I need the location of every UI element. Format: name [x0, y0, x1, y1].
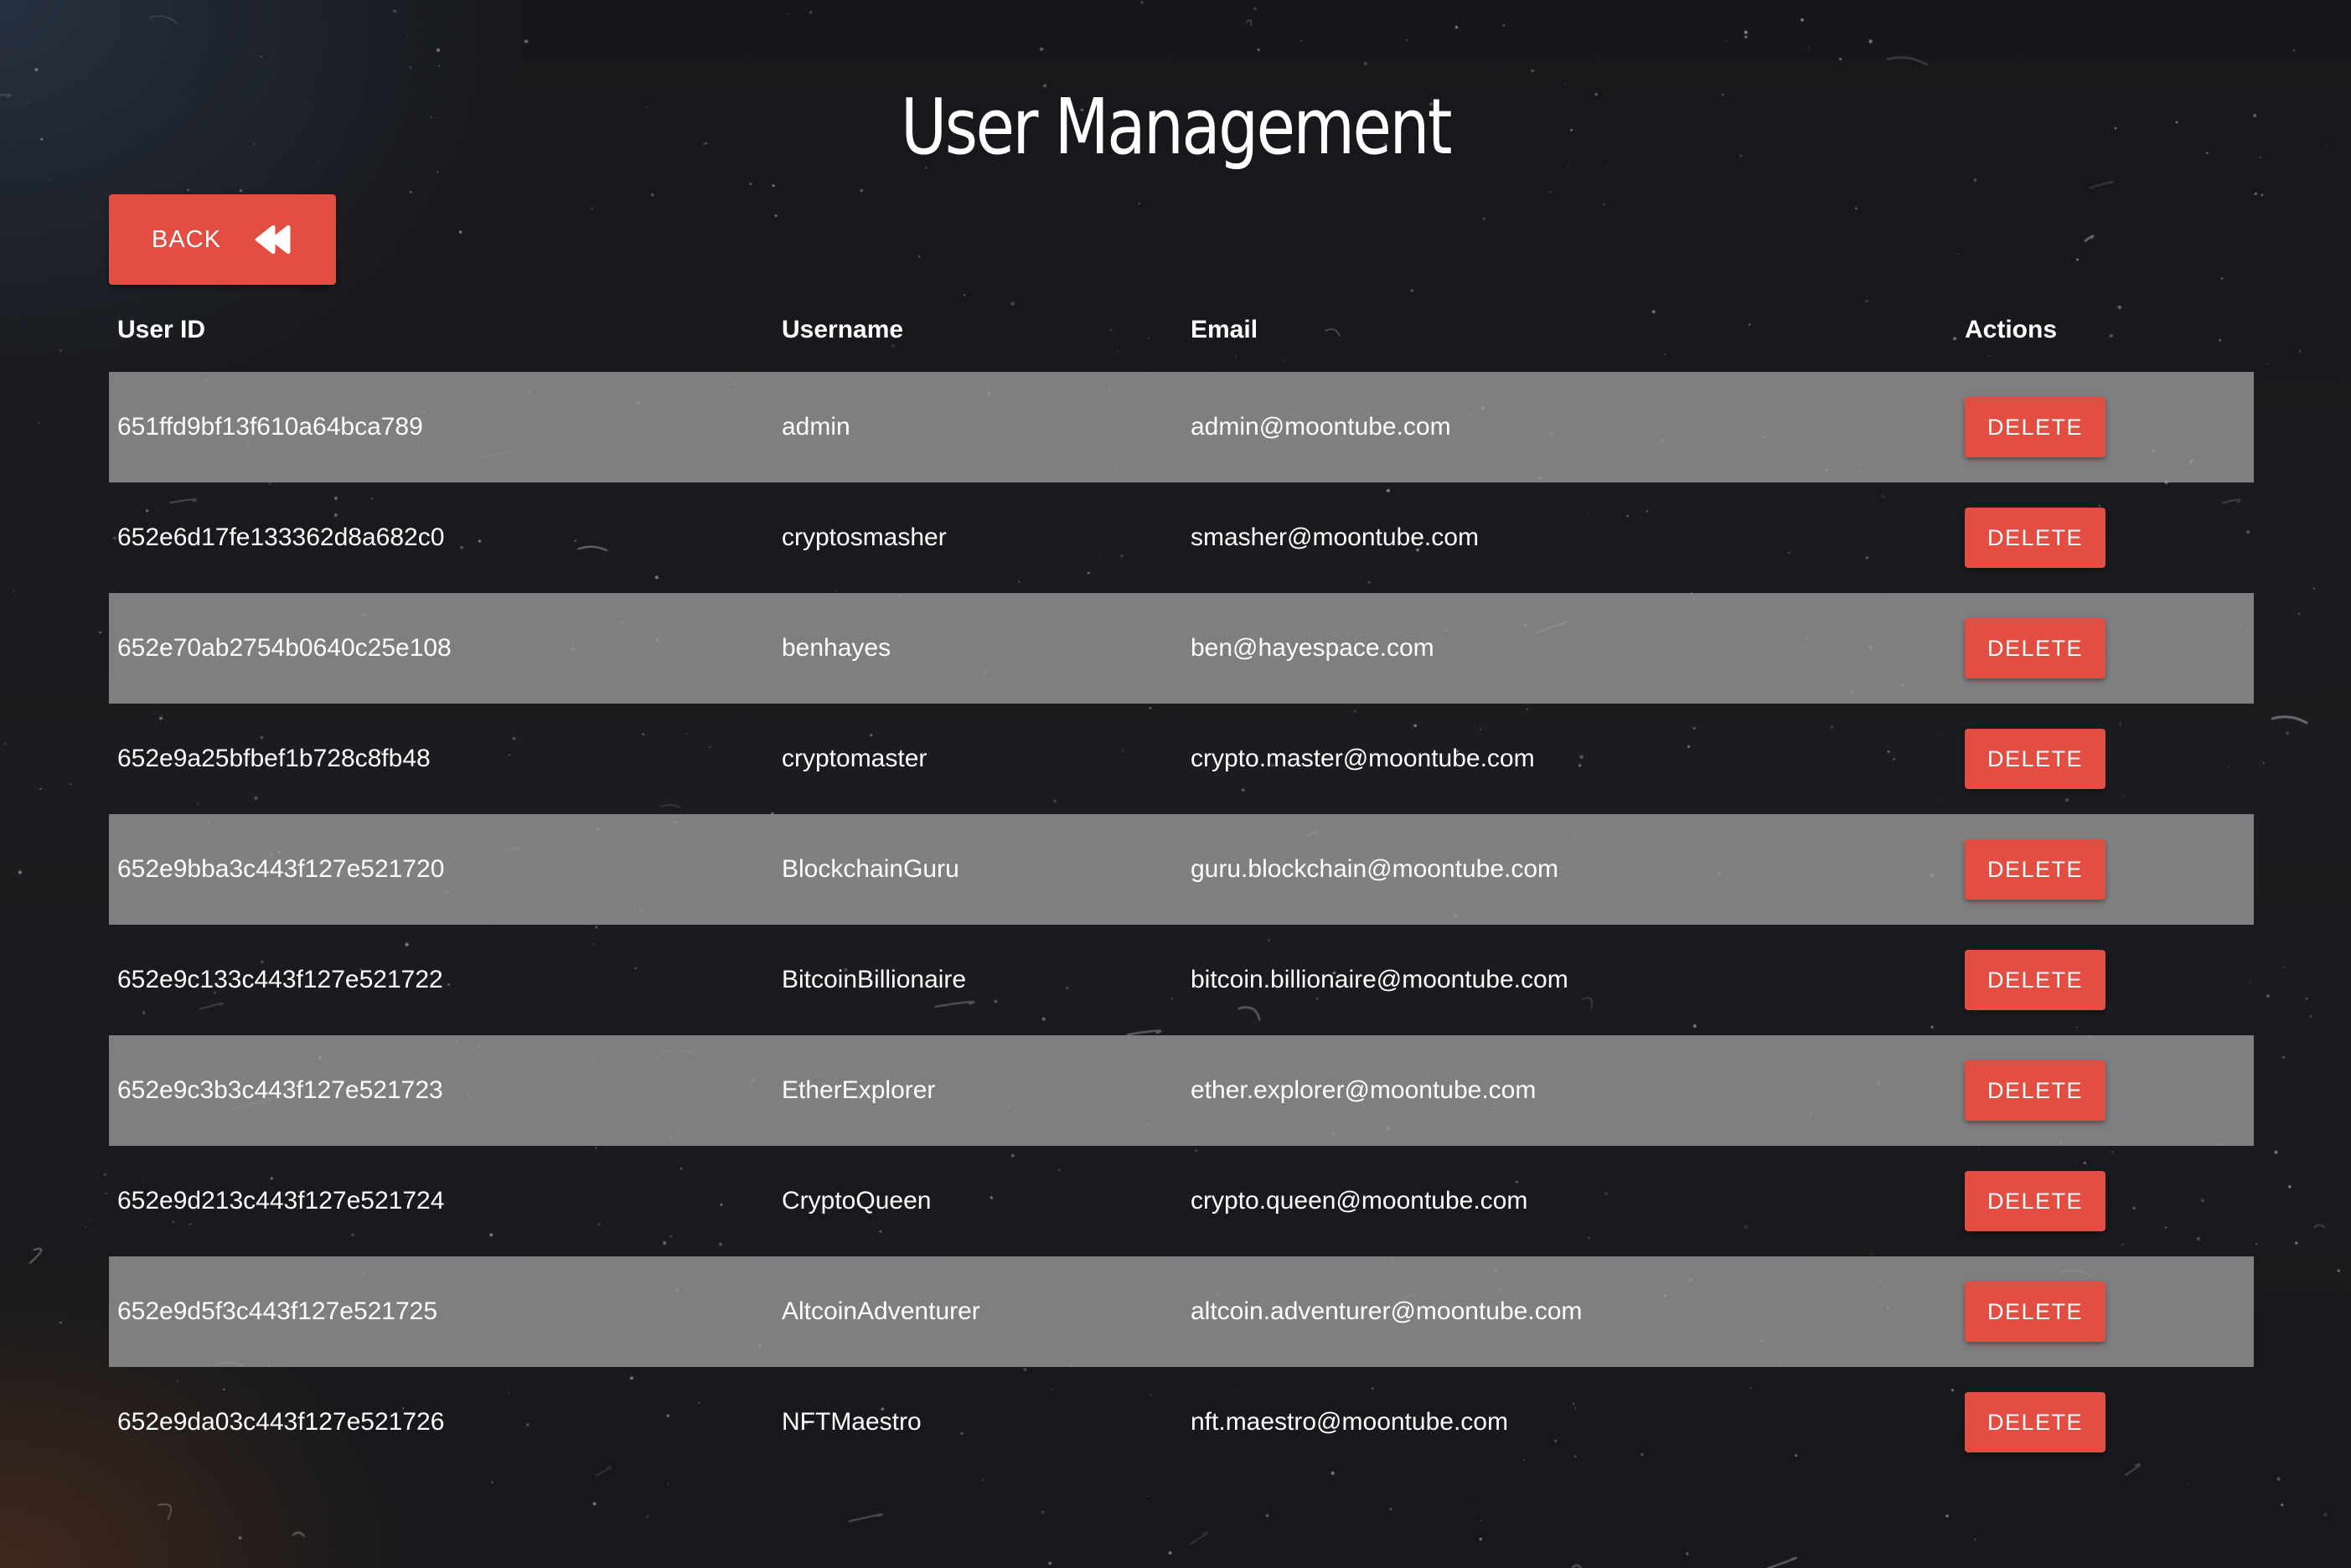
email-cell: smasher@moontube.com — [1191, 524, 1479, 551]
header-user-id: User ID — [117, 316, 206, 343]
username-cell: cryptosmasher — [782, 524, 947, 551]
back-button-label: BACK — [152, 225, 221, 253]
user-id-cell: 652e9c133c443f127e521722 — [117, 966, 443, 993]
email-cell: ben@hayespace.com — [1191, 634, 1434, 662]
delete-button[interactable]: DELETE — [1965, 618, 2106, 678]
username-cell: admin — [782, 413, 850, 441]
table-row: 651ffd9bf13f610a64bca789 admin admin@moo… — [109, 372, 2254, 482]
page-title: User Management — [901, 82, 1452, 172]
table-header: User ID Username Email Actions — [109, 305, 2254, 355]
username-cell: CryptoQueen — [782, 1187, 932, 1215]
username-cell: BlockchainGuru — [782, 855, 959, 883]
email-cell: admin@moontube.com — [1191, 413, 1451, 441]
table-row: 652e9d213c443f127e521724 CryptoQueen cry… — [109, 1146, 2254, 1256]
email-cell: guru.blockchain@moontube.com — [1191, 855, 1559, 883]
username-cell: EtherExplorer — [782, 1076, 936, 1104]
delete-button[interactable]: DELETE — [1965, 729, 2106, 789]
email-cell: bitcoin.billionaire@moontube.com — [1191, 966, 1568, 993]
user-id-cell: 652e6d17fe133362d8a682c0 — [117, 524, 445, 551]
user-id-cell: 652e9a25bfbef1b728c8fb48 — [117, 745, 431, 772]
email-cell: altcoin.adventurer@moontube.com — [1191, 1297, 1583, 1325]
delete-button[interactable]: DELETE — [1965, 839, 2106, 900]
delete-button[interactable]: DELETE — [1965, 397, 2106, 457]
table-row: 652e9da03c443f127e521726 NFTMaestro nft.… — [109, 1367, 2254, 1478]
email-cell: crypto.queen@moontube.com — [1191, 1187, 1528, 1215]
user-id-cell: 651ffd9bf13f610a64bca789 — [117, 413, 423, 441]
user-id-cell: 652e9c3b3c443f127e521723 — [117, 1076, 443, 1104]
header-actions: Actions — [1965, 316, 2058, 343]
rewind-icon — [255, 224, 291, 255]
delete-button[interactable]: DELETE — [1965, 1392, 2106, 1452]
header-username: Username — [782, 316, 904, 343]
user-id-cell: 652e70ab2754b0640c25e108 — [117, 634, 452, 662]
header-email: Email — [1191, 316, 1258, 343]
users-table: 651ffd9bf13f610a64bca789 admin admin@moo… — [109, 372, 2254, 1478]
delete-button[interactable]: DELETE — [1965, 1282, 2106, 1342]
username-cell: cryptomaster — [782, 745, 927, 772]
user-id-cell: 652e9da03c443f127e521726 — [117, 1408, 445, 1436]
table-row: 652e9c133c443f127e521722 BitcoinBilliona… — [109, 925, 2254, 1035]
delete-button[interactable]: DELETE — [1965, 950, 2106, 1010]
user-id-cell: 652e9d213c443f127e521724 — [117, 1187, 445, 1215]
email-cell: nft.maestro@moontube.com — [1191, 1408, 1508, 1436]
email-cell: crypto.master@moontube.com — [1191, 745, 1535, 772]
email-cell: ether.explorer@moontube.com — [1191, 1076, 1537, 1104]
table-row: 652e9c3b3c443f127e521723 EtherExplorer e… — [109, 1035, 2254, 1146]
username-cell: BitcoinBillionaire — [782, 966, 967, 993]
table-row: 652e70ab2754b0640c25e108 benhayes ben@ha… — [109, 593, 2254, 704]
table-row: 652e9bba3c443f127e521720 BlockchainGuru … — [109, 814, 2254, 925]
table-row: 652e6d17fe133362d8a682c0 cryptosmasher s… — [109, 482, 2254, 593]
delete-button[interactable]: DELETE — [1965, 508, 2106, 568]
user-id-cell: 652e9bba3c443f127e521720 — [117, 855, 445, 883]
username-cell: NFTMaestro — [782, 1408, 922, 1436]
delete-button[interactable]: DELETE — [1965, 1060, 2106, 1121]
table-row: 652e9a25bfbef1b728c8fb48 cryptomaster cr… — [109, 704, 2254, 814]
username-cell: AltcoinAdventurer — [782, 1297, 980, 1325]
username-cell: benhayes — [782, 634, 891, 662]
delete-button[interactable]: DELETE — [1965, 1171, 2106, 1231]
table-row: 652e9d5f3c443f127e521725 AltcoinAdventur… — [109, 1256, 2254, 1367]
user-id-cell: 652e9d5f3c443f127e521725 — [117, 1297, 438, 1325]
back-button[interactable]: BACK — [109, 194, 336, 285]
